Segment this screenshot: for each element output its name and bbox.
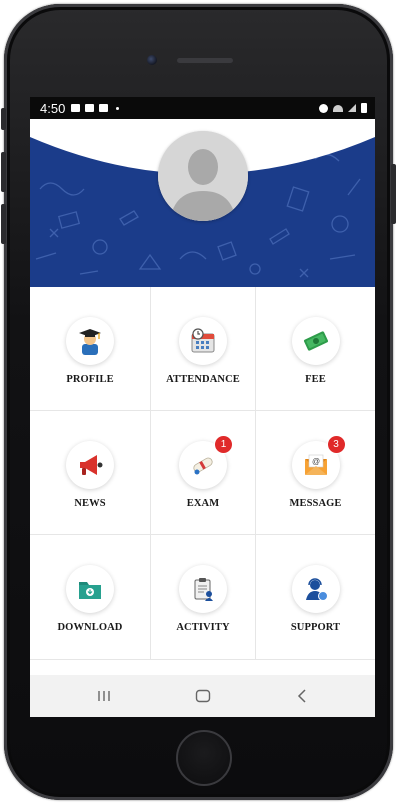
menu-item-support[interactable]: SUPPORT [256,535,375,660]
volume-down-button [1,204,6,244]
headset-agent-icon [291,565,340,613]
menu-item-label: PROFILE [66,374,114,385]
status-bar: 4:50 [30,97,375,119]
system-nav-bar [30,675,375,717]
back-icon [297,689,306,703]
money-icon [291,317,340,365]
download-folder-icon [66,565,114,613]
graduate-icon [66,317,114,365]
profile-avatar[interactable] [158,131,248,221]
wifi-icon [333,104,343,112]
menu-item-activity[interactable]: ACTIVITY [151,535,256,660]
recent-apps-icon [97,691,110,701]
menu-item-label: DOWNLOAD [57,622,123,633]
menu-item-label: EXAM [186,498,220,509]
battery-icon [361,103,367,113]
power-button [391,164,396,224]
menu-item-fee[interactable]: FEE [256,287,375,411]
menu-item-download[interactable]: DOWNLOAD [30,535,151,660]
menu-item-profile[interactable]: PROFILE [30,287,151,411]
image-notification-icon [99,104,109,112]
megaphone-icon [66,441,114,489]
app-notification-icon [85,104,95,112]
recent-apps-button[interactable] [84,681,124,711]
earpiece-speaker [177,58,233,63]
home-button[interactable] [183,681,223,711]
menu-item-label: NEWS [74,498,106,509]
calendar-clock-icon [179,317,227,365]
diploma-icon: 1 [179,435,233,489]
menu-item-message[interactable]: @ 3 MESSAGE [256,411,375,535]
menu-item-label: FEE [305,374,326,385]
clipboard-icon [179,565,227,613]
menu-grid: PROFILE ATTENDANCE FEE NEWS 1 EXAM @ 3 M… [30,287,375,660]
menu-item-exam[interactable]: 1 EXAM [151,411,256,535]
volume-up-button [1,152,6,192]
status-icons [319,103,367,113]
back-button[interactable] [282,681,322,711]
message-badge: 3 [326,435,346,454]
exam-badge: 1 [214,435,233,454]
menu-item-label: ATTENDANCE [166,374,240,385]
front-camera [147,55,157,65]
home-icon [195,689,210,703]
menu-item-label: ACTIVITY [176,622,230,633]
more-notifications-icon [116,106,120,110]
menu-item-news[interactable]: NEWS [30,411,151,535]
signal-icon [348,104,356,112]
menu-item-label: MESSAGE [289,498,342,509]
status-time: 4:50 [40,100,66,116]
app-screen: 4:50 PROFILE ATTENDANCE FEE NEWS 1 EXAM … [30,97,375,717]
alarm-icon [319,103,328,113]
home-hardware-button[interactable] [176,730,232,786]
mute-switch [1,108,6,130]
profile-banner [30,119,375,287]
menu-item-label: SUPPORT [290,622,341,633]
envelope-icon: @ 3 [291,435,346,489]
svg-text:@: @ [311,457,319,466]
message-notification-icon [71,104,81,112]
default-user-silhouette-icon [158,131,248,221]
menu-item-attendance[interactable]: ATTENDANCE [151,287,256,411]
